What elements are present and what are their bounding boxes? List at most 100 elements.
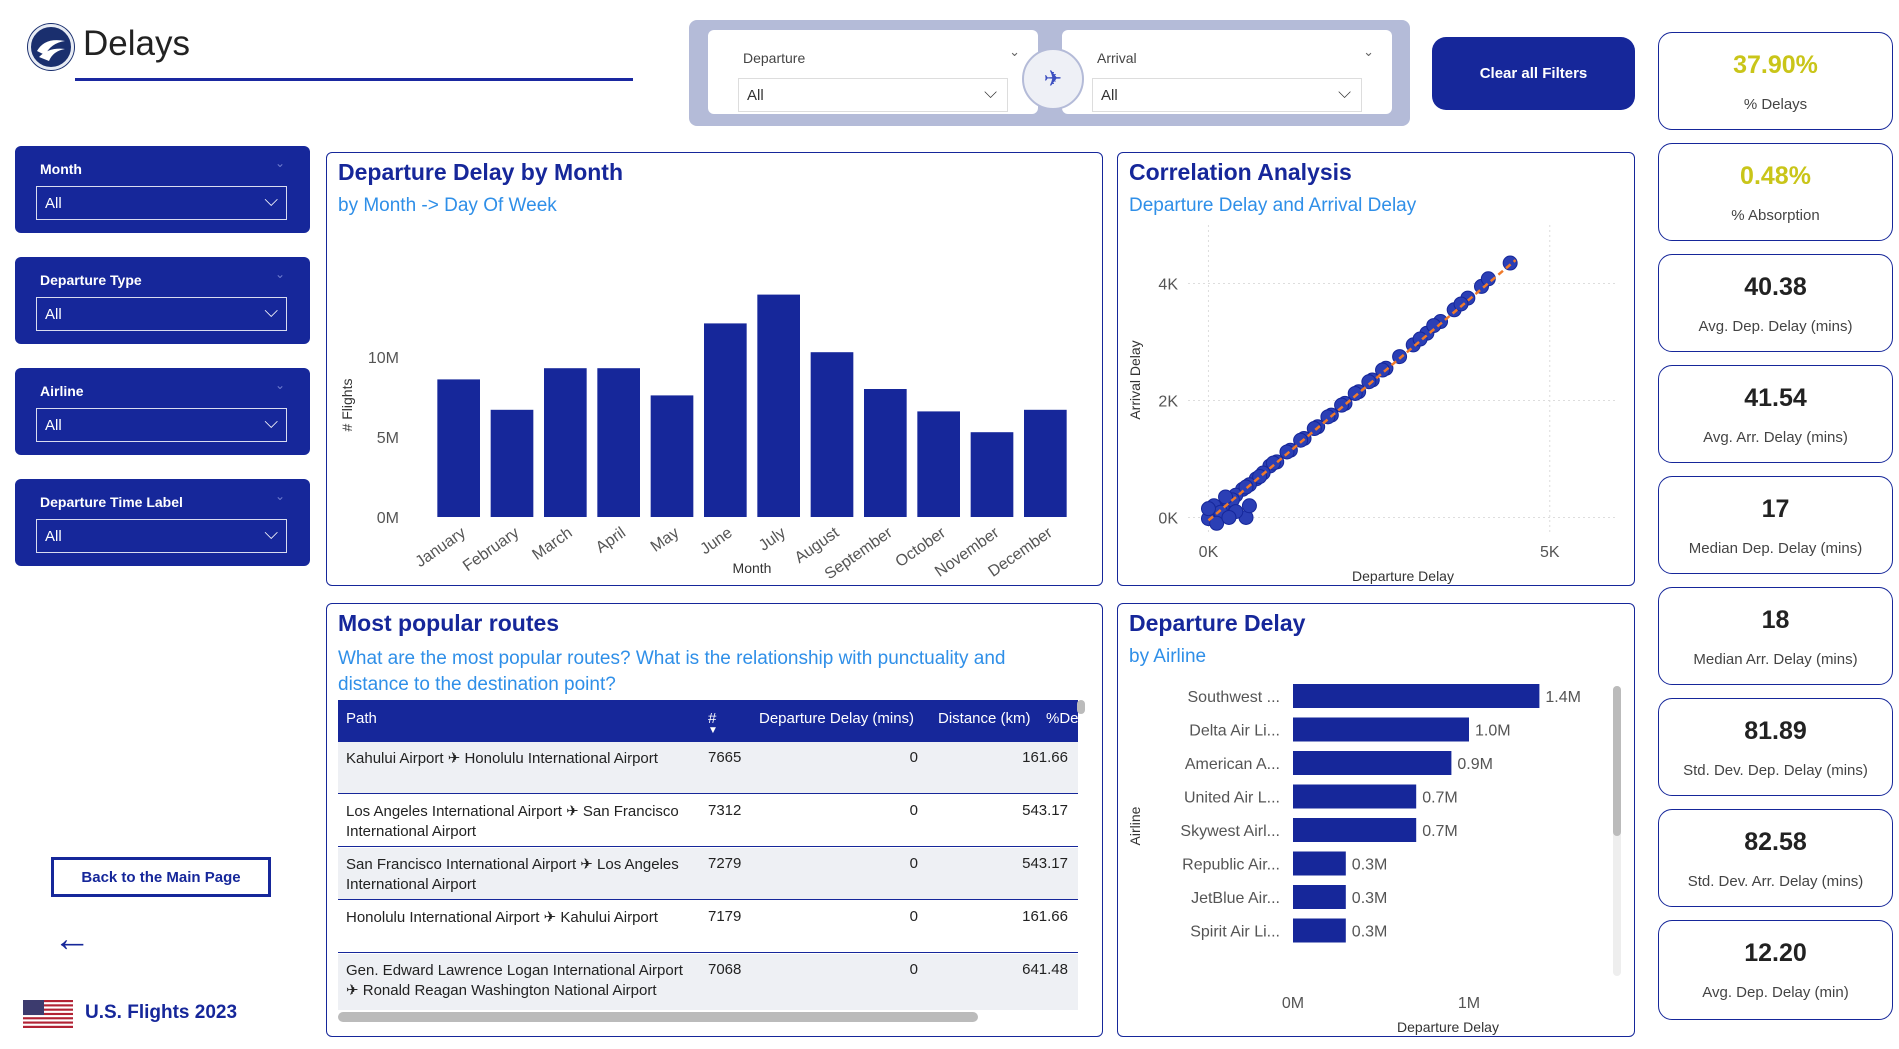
x-axis-label: Month xyxy=(733,560,772,576)
month-slicer[interactable]: Month ⌄ All ⌵ xyxy=(15,146,310,233)
chevron-down-icon[interactable]: ⌵ xyxy=(264,523,278,544)
scatter-point xyxy=(1279,444,1295,460)
back-to-main-page-button[interactable]: Back to the Main Page xyxy=(51,857,271,897)
column-header-distance[interactable]: Distance (km) xyxy=(938,710,1031,727)
category-label: Republic Air... xyxy=(1182,857,1280,874)
departure-select[interactable]: All ⌵ xyxy=(738,78,1008,112)
scatter-point xyxy=(1502,255,1518,271)
departure-type-select-value: All xyxy=(45,306,62,323)
bar xyxy=(1293,918,1346,943)
kpi-value: 82.58 xyxy=(1744,828,1807,856)
departure-time-label-slicer[interactable]: Departure Time Label ⌄ All ⌵ xyxy=(15,479,310,566)
column-header-count[interactable]: # ▼ xyxy=(708,710,718,736)
y-tick-label: 10M xyxy=(368,350,399,367)
table-row[interactable]: Los Angeles International Airport ✈ San … xyxy=(338,795,1078,847)
routes-table: Path # ▼ Departure Delay (mins) Distance … xyxy=(338,700,1078,1010)
swap-route-button[interactable]: ✈ xyxy=(1022,48,1084,110)
table-horizontal-scrollbar[interactable] xyxy=(338,1012,978,1022)
x-tick-label: 0M xyxy=(1282,995,1304,1012)
column-header-pct-delay[interactable]: %De xyxy=(1046,710,1078,727)
clear-all-filters-button[interactable]: Clear all Filters xyxy=(1432,37,1635,110)
collapse-chevron-icon[interactable]: ⌄ xyxy=(275,489,285,503)
departure-type-slicer-label: Departure Type xyxy=(40,272,142,288)
collapse-chevron-icon[interactable]: ⌄ xyxy=(275,267,285,281)
kpi-value: 37.90% xyxy=(1733,51,1818,79)
trend-line xyxy=(1207,259,1517,522)
chart-vertical-scrollbar[interactable] xyxy=(1613,686,1621,976)
route-distance: 161.66 xyxy=(1022,749,1068,766)
departure-select-value: All xyxy=(747,87,764,104)
x-axis-label: Departure Delay xyxy=(1352,568,1454,584)
table-header: Path # ▼ Departure Delay (mins) Distance … xyxy=(338,700,1078,742)
departure-type-slicer[interactable]: Departure Type ⌄ All ⌵ xyxy=(15,257,310,344)
x-tick-label: July xyxy=(756,524,789,554)
arrival-select[interactable]: All ⌵ xyxy=(1092,78,1362,112)
month-bar-chart: 0M 5M 10M # Flights JanuaryFebruary March Apri… xyxy=(339,294,1067,583)
table-row[interactable]: Gen. Edward Lawrence Logan International… xyxy=(338,954,1078,1010)
kpi-value: 17 xyxy=(1761,495,1790,523)
category-label: Delta Air Li... xyxy=(1189,723,1280,740)
table-row[interactable]: Honolulu International Airport ✈ Kahului… xyxy=(338,901,1078,953)
departure-time-label-select[interactable]: All ⌵ xyxy=(36,519,287,553)
month-chart-subtitle[interactable]: by Month -> Day Of Week xyxy=(338,195,557,217)
departure-filter[interactable]: Departure ⌄ All ⌵ xyxy=(708,30,1038,114)
bar xyxy=(1293,684,1540,708)
table-vertical-scrollbar[interactable] xyxy=(1077,700,1085,714)
collapse-chevron-icon[interactable]: ⌄ xyxy=(1363,44,1374,60)
month-chart-panel: Departure Delay by Month by Month -> Day… xyxy=(326,152,1103,586)
bar xyxy=(1293,751,1452,775)
route-delay: 0 xyxy=(909,749,918,766)
data-label: 0.7M xyxy=(1422,823,1458,840)
chevron-down-icon[interactable]: ⌵ xyxy=(1338,83,1351,103)
scatter-point xyxy=(1200,501,1216,517)
sort-desc-icon[interactable]: ▼ xyxy=(708,725,718,736)
y-tick-label: 2K xyxy=(1158,393,1178,410)
column-header-path[interactable]: Path xyxy=(346,710,377,727)
correlation-scatter-chart: 0K 2K 4K 0K 5K Arrival Delay Departure Delay xyxy=(1127,225,1618,584)
table-row[interactable]: San Francisco International Airport ✈ Lo… xyxy=(338,848,1078,900)
arrival-filter[interactable]: Arrival ⌄ All ⌵ xyxy=(1062,30,1392,114)
correlation-title: Correlation Analysis xyxy=(1129,159,1352,185)
chevron-down-icon[interactable]: ⌵ xyxy=(264,301,278,322)
bar xyxy=(917,411,960,517)
month-select[interactable]: All ⌵ xyxy=(36,186,287,220)
kpi-card: 40.38 Avg. Dep. Delay (mins) xyxy=(1658,254,1893,352)
kpi-value: 0.48% xyxy=(1740,162,1811,190)
back-arrow-icon[interactable]: ← xyxy=(53,918,91,961)
airline-chart-subtitle[interactable]: by Airline xyxy=(1129,646,1206,668)
table-row[interactable]: Kahului Airport ✈ Honolulu International… xyxy=(338,742,1078,794)
x-tick-label: June xyxy=(697,524,735,558)
kpi-card: 41.54 Avg. Arr. Delay (mins) xyxy=(1658,365,1893,463)
departure-filter-label: Departure xyxy=(743,50,806,66)
route-delay: 0 xyxy=(909,855,918,872)
collapse-chevron-icon[interactable]: ⌄ xyxy=(275,156,285,170)
route-count: 7279 xyxy=(708,855,742,872)
departure-type-select[interactable]: All ⌵ xyxy=(36,297,287,331)
scatter-point xyxy=(1334,397,1350,413)
chevron-down-icon[interactable]: ⌵ xyxy=(264,412,278,433)
collapse-chevron-icon[interactable]: ⌄ xyxy=(1009,44,1020,60)
chevron-down-icon[interactable]: ⌵ xyxy=(984,83,997,103)
route-count: 7179 xyxy=(708,908,742,925)
x-axis-label: Departure Delay xyxy=(1397,1019,1499,1035)
route-count: 7665 xyxy=(708,749,742,766)
airline-slicer[interactable]: Airline ⌄ All ⌵ xyxy=(15,368,310,455)
kpi-value: 18 xyxy=(1761,606,1790,634)
kpi-label: % Absorption xyxy=(1731,207,1820,224)
month-select-value: All xyxy=(45,195,62,212)
column-header-departure-delay[interactable]: Departure Delay (mins) xyxy=(759,710,914,727)
collapse-chevron-icon[interactable]: ⌄ xyxy=(275,378,285,392)
bar xyxy=(704,323,747,517)
kpi-card: 82.58 Std. Dev. Arr. Delay (mins) xyxy=(1658,809,1893,907)
x-tick-label: 0K xyxy=(1199,544,1219,561)
bar xyxy=(810,352,854,517)
kpi-card: 17 Median Dep. Delay (mins) xyxy=(1658,476,1893,574)
route-delay: 0 xyxy=(909,802,918,819)
scatter-point xyxy=(1453,296,1469,312)
us-flag-icon xyxy=(23,1000,73,1028)
chevron-down-icon[interactable]: ⌵ xyxy=(264,190,278,211)
bar xyxy=(650,395,694,517)
kpi-label: Std. Dev. Arr. Delay (mins) xyxy=(1687,873,1864,890)
airline-select[interactable]: All ⌵ xyxy=(36,408,287,442)
route-path: Honolulu International Airport ✈ Kahului… xyxy=(346,909,658,926)
